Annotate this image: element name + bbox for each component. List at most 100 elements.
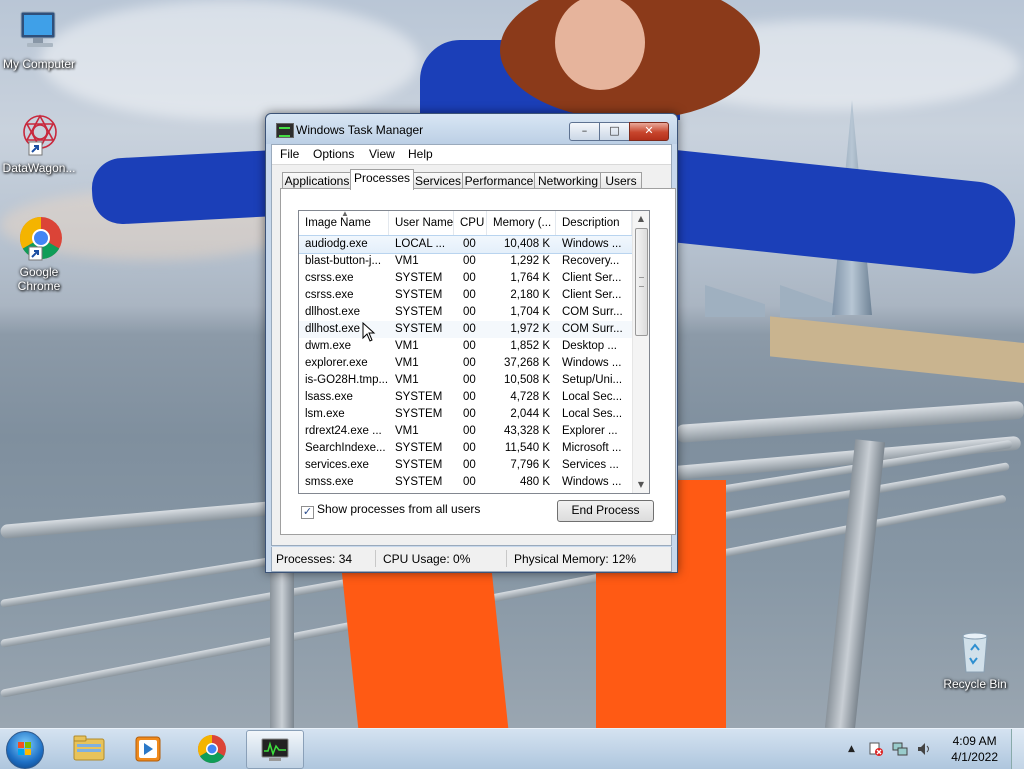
user-name-cell: SYSTEM <box>395 408 443 420</box>
description-cell: Windows ... <box>562 238 622 250</box>
window-title: Windows Task Manager <box>296 123 424 137</box>
action-center-icon[interactable] <box>868 741 884 761</box>
status-bar: Processes: 34 CPU Usage: 0% Physical Mem… <box>271 547 672 572</box>
desktop-icon-datawagon[interactable]: DataWagon... <box>0 112 78 175</box>
taskbar-explorer-button[interactable] <box>61 730 117 767</box>
scroll-down-icon[interactable]: ▼ <box>633 477 649 493</box>
title-bar[interactable]: Windows Task Manager – □ ✕ <box>266 114 677 144</box>
menu-view[interactable]: View <box>369 147 395 161</box>
memory-cell: 1,292 K <box>510 255 550 267</box>
show-all-users-checkbox[interactable]: ✓ Show processes from all users <box>301 502 480 519</box>
memory-cell: 10,508 K <box>503 374 550 386</box>
table-row[interactable]: audiodg.exe LOCAL ... 00 10,408 K Windows ..… <box>299 235 633 254</box>
cpu-cell: 00 <box>463 442 476 454</box>
user-name-cell: VM1 <box>395 340 419 352</box>
vertical-scrollbar[interactable]: ▲ ▼ <box>632 211 649 493</box>
tab-services[interactable]: Services <box>412 172 464 189</box>
memory-cell: 43,328 K <box>503 425 550 437</box>
taskbar-media-player-button[interactable] <box>120 730 176 767</box>
memory-cell: 2,044 K <box>510 408 550 420</box>
recycle-bin-icon <box>951 632 999 674</box>
menu-file[interactable]: File <box>280 147 299 161</box>
cpu-cell: 00 <box>463 289 476 301</box>
table-row[interactable]: services.exe SYSTEM 00 7,796 K Services ... <box>299 457 632 474</box>
processes-panel: ▲ Image Name User Name CPU Memory (... D… <box>280 188 676 535</box>
menu-help[interactable]: Help <box>408 147 433 161</box>
process-name-cell: explorer.exe <box>305 357 368 369</box>
maximize-button[interactable]: □ <box>599 122 630 141</box>
description-cell: Explorer ... <box>562 425 618 437</box>
table-row[interactable]: explorer.exe VM1 00 37,268 K Windows ... <box>299 355 632 372</box>
column-image-name[interactable]: ▲ Image Name <box>299 211 389 235</box>
table-row[interactable]: dllhost.exe SYSTEM 00 1,704 K COM Surr... <box>299 304 632 321</box>
taskbar-task-manager-button[interactable] <box>246 730 304 769</box>
tab-performance[interactable]: Performance <box>462 172 536 189</box>
wallpaper-shore <box>770 316 1024 384</box>
process-name-cell: lsm.exe <box>305 408 345 420</box>
memory-cell: 11,540 K <box>504 442 550 454</box>
user-name-cell: SYSTEM <box>395 442 443 454</box>
memory-cell: 480 K <box>519 476 550 488</box>
network-icon[interactable] <box>892 741 908 761</box>
wallpaper-person <box>90 150 270 226</box>
table-row[interactable]: lsm.exe SYSTEM 00 2,044 K Local Ses... <box>299 406 632 423</box>
cpu-cell: 00 <box>463 340 476 352</box>
column-cpu[interactable]: CPU <box>454 211 487 235</box>
tab-applications[interactable]: Applications <box>282 172 352 189</box>
table-row[interactable]: csrss.exe SYSTEM 00 2,180 K Client Ser... <box>299 287 632 304</box>
minimize-button[interactable]: – <box>569 122 600 141</box>
windows-logo-icon <box>18 742 32 756</box>
scrollbar-thumb[interactable] <box>635 228 648 336</box>
table-row[interactable]: SearchIndexe... SYSTEM 00 11,540 K Microsoft… <box>299 440 632 457</box>
show-hidden-icons-icon[interactable]: ▲ <box>848 744 855 754</box>
memory-cell: 1,764 K <box>510 272 550 284</box>
column-label: Image Name <box>305 217 371 229</box>
clock[interactable]: 4:09 AM 4/1/2022 <box>951 733 998 765</box>
explorer-icon <box>73 735 105 761</box>
column-description[interactable]: Description <box>556 211 632 235</box>
table-row[interactable]: smss.exe SYSTEM 00 480 K Windows ... <box>299 474 632 491</box>
column-memory[interactable]: Memory (... <box>487 211 556 235</box>
computer-icon <box>15 8 63 54</box>
column-user-name[interactable]: User Name <box>389 211 454 235</box>
description-cell: Desktop ... <box>562 340 617 352</box>
description-cell: Client Ser... <box>562 289 622 301</box>
tab-networking[interactable]: Networking <box>534 172 602 189</box>
cpu-cell: 00 <box>463 425 476 437</box>
process-name-cell: blast-button-j... <box>305 255 382 267</box>
tab-processes[interactable]: Processes <box>350 169 414 190</box>
show-desktop-button[interactable] <box>1011 729 1024 769</box>
desktop-icon-label: DataWagon... <box>2 161 76 175</box>
user-name-cell: SYSTEM <box>395 459 443 471</box>
table-row[interactable]: csrss.exe SYSTEM 00 1,764 K Client Ser... <box>299 270 632 287</box>
end-process-button[interactable]: End Process <box>557 500 654 522</box>
scroll-up-icon[interactable]: ▲ <box>633 211 649 227</box>
user-name-cell: SYSTEM <box>395 272 443 284</box>
process-name-cell: dllhost.exe <box>305 323 360 335</box>
cpu-cell: 00 <box>463 323 476 335</box>
desktop-icon-my-computer[interactable]: My Computer <box>0 8 78 71</box>
cpu-cell: 00 <box>463 374 476 386</box>
table-row[interactable]: is-GO28H.tmp... VM1 00 10,508 K Setup/Uni... <box>299 372 632 389</box>
tab-users[interactable]: Users <box>600 172 642 189</box>
volume-icon[interactable] <box>916 741 932 761</box>
taskbar-chrome-button[interactable] <box>184 730 240 767</box>
grip-icon <box>639 277 644 287</box>
table-row[interactable]: dllhost.exe SYSTEM 00 1,972 K COM Surr... <box>299 321 632 338</box>
table-row[interactable]: dwm.exe VM1 00 1,852 K Desktop ... <box>299 338 632 355</box>
desktop-icon-recycle-bin[interactable]: Recycle Bin <box>936 632 1014 691</box>
table-row[interactable]: blast-button-j... VM1 00 1,292 K Recovery... <box>299 253 632 270</box>
table-row[interactable]: rdrext24.exe ... VM1 00 43,328 K Explorer ..… <box>299 423 632 440</box>
task-manager-window[interactable]: Windows Task Manager – □ ✕ File Options … <box>265 113 678 573</box>
process-name-cell: dllhost.exe <box>305 306 360 318</box>
process-name-cell: dwm.exe <box>305 340 352 352</box>
wallpaper-person <box>341 571 509 728</box>
close-button[interactable]: ✕ <box>629 122 669 141</box>
desktop-icon-google-chrome[interactable]: Google Chrome <box>0 216 78 293</box>
process-list[interactable]: ▲ Image Name User Name CPU Memory (... D… <box>298 210 650 494</box>
cpu-cell: 00 <box>463 476 476 488</box>
checkbox-check-icon[interactable]: ✓ <box>301 506 314 519</box>
start-button[interactable] <box>6 731 44 769</box>
table-row[interactable]: lsass.exe SYSTEM 00 4,728 K Local Sec... <box>299 389 632 406</box>
menu-options[interactable]: Options <box>313 147 354 161</box>
